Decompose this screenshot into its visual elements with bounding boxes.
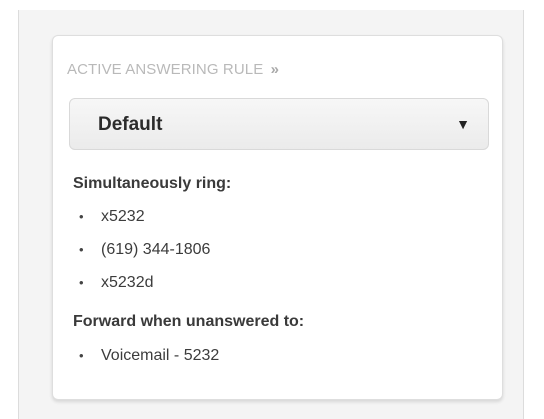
answering-rule-selected-value: Default: [98, 114, 163, 135]
bullet-icon: •: [79, 275, 84, 290]
ring-target: (619) 344-1806: [101, 241, 211, 258]
forward-target: Voicemail - 5232: [101, 347, 220, 364]
list-item: • Voicemail - 5232: [73, 339, 219, 372]
list-item: • (619) 344-1806: [73, 233, 210, 266]
double-chevron-right-icon: »: [270, 61, 280, 78]
list-item: • x5232d: [73, 266, 210, 299]
list-item: • x5232: [73, 200, 210, 233]
simultaneous-ring-list: • x5232 • (619) 344-1806 • x5232d: [73, 200, 210, 299]
bullet-icon: •: [79, 242, 84, 257]
active-answering-rule-link[interactable]: ACTIVE ANSWERING RULE »: [67, 61, 279, 78]
ring-target: x5232d: [101, 274, 154, 291]
ring-target: x5232: [101, 208, 145, 225]
simultaneously-ring-title: Simultaneously ring:: [73, 175, 232, 192]
dropdown-arrow-icon: ▼: [456, 116, 470, 132]
forward-unanswered-title: Forward when unanswered to:: [73, 313, 305, 330]
forward-list: • Voicemail - 5232: [73, 339, 219, 372]
answering-rule-card: ACTIVE ANSWERING RULE » Default ▼ Simult…: [52, 35, 503, 400]
answering-rule-select[interactable]: Default ▼: [69, 98, 489, 150]
bullet-icon: •: [79, 209, 84, 224]
active-answering-rule-heading: ACTIVE ANSWERING RULE: [67, 61, 264, 78]
bullet-icon: •: [79, 348, 84, 363]
